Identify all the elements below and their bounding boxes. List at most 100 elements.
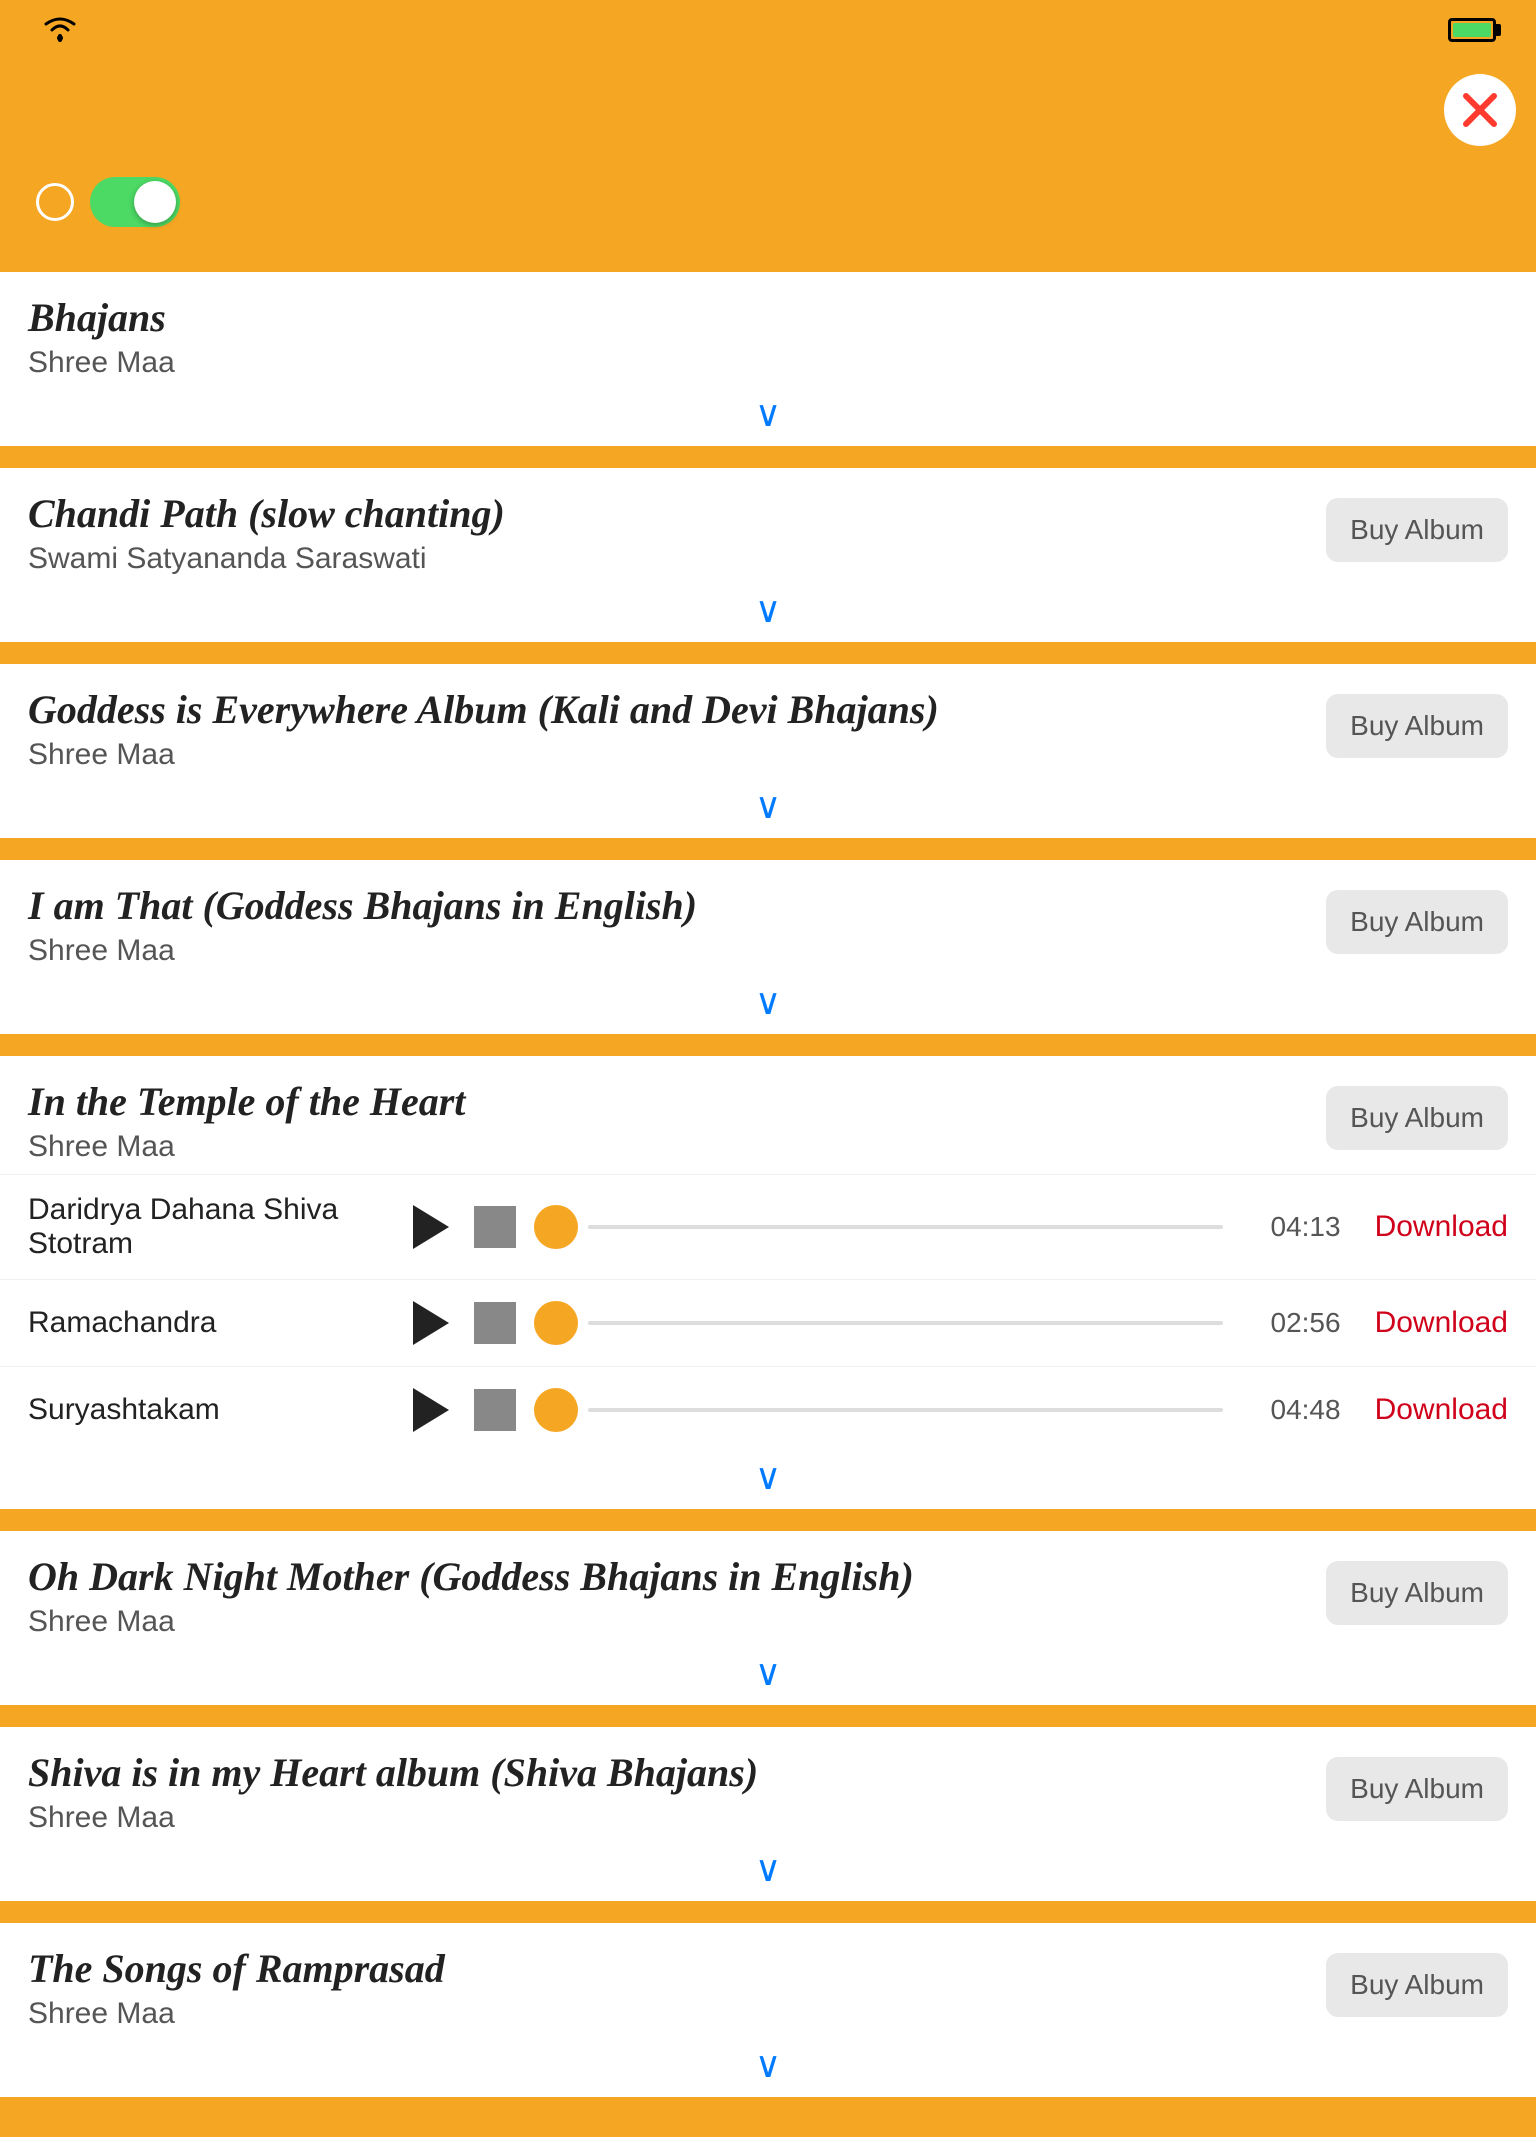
- progress-container: [534, 1205, 1223, 1249]
- album-artist-goddess-everywhere: Shree Maa: [28, 738, 1306, 772]
- album-title-goddess-everywhere: Goddess is Everywhere Album (Kali and De…: [28, 686, 1306, 734]
- album-title-bhajans: Bhajans: [28, 294, 1508, 342]
- wifi-icon: [42, 12, 78, 49]
- chevron-area-ramprasad[interactable]: ∨: [0, 2041, 1536, 2097]
- album-info-bhajans: Bhajans Shree Maa: [28, 294, 1508, 380]
- track-duration: 04:13: [1241, 1211, 1341, 1243]
- battery-icon: [1448, 18, 1496, 42]
- orange-separator: [0, 642, 1536, 664]
- chevron-area-temple-heart[interactable]: ∨: [0, 1453, 1536, 1509]
- album-artist-bhajans: Shree Maa: [28, 346, 1508, 380]
- status-bar: [0, 0, 1536, 60]
- progress-container: [534, 1388, 1223, 1432]
- buy-album-button-chandi-path[interactable]: Buy Album: [1326, 498, 1508, 562]
- chevron-area-i-am-that[interactable]: ∨: [0, 978, 1536, 1034]
- track-row-temple-heart-2: Suryashtakam04:48Download: [0, 1366, 1536, 1453]
- chevron-down-icon: ∨: [755, 984, 781, 1020]
- album-section-i-am-that: I am That (Goddess Bhajans in English)Sh…: [0, 860, 1536, 1034]
- close-button[interactable]: [1444, 74, 1516, 146]
- album-artist-ramprasad: Shree Maa: [28, 1997, 1306, 2031]
- album-title-shiva-heart: Shiva is in my Heart album (Shiva Bhajan…: [28, 1749, 1306, 1797]
- status-left: [30, 12, 78, 49]
- track-name: Daridrya Dahana Shiva Stotram: [28, 1193, 388, 1261]
- buy-album-button-temple-heart[interactable]: Buy Album: [1326, 1086, 1508, 1150]
- album-info-oh-dark-night: Oh Dark Night Mother (Goddess Bhajans in…: [28, 1553, 1306, 1639]
- chevron-area-chandi-path[interactable]: ∨: [0, 586, 1536, 642]
- album-artist-shiva-heart: Shree Maa: [28, 1801, 1306, 1835]
- track-name: Suryashtakam: [28, 1393, 388, 1427]
- chevron-down-icon: ∨: [755, 788, 781, 824]
- bottom-separator: [0, 2097, 1536, 2137]
- progress-knob[interactable]: [534, 1205, 578, 1249]
- chevron-down-icon: ∨: [755, 1851, 781, 1887]
- album-info-goddess-everywhere: Goddess is Everywhere Album (Kali and De…: [28, 686, 1306, 772]
- download-button-temple-heart-0[interactable]: Download: [1359, 1210, 1508, 1244]
- progress-track: [588, 1321, 1223, 1325]
- album-header-i-am-that: I am That (Goddess Bhajans in English)Sh…: [0, 860, 1536, 978]
- chevron-area-shiva-heart[interactable]: ∨: [0, 1845, 1536, 1901]
- play-bg-toggle[interactable]: [90, 177, 180, 227]
- album-title-oh-dark-night: Oh Dark Night Mother (Goddess Bhajans in…: [28, 1553, 1306, 1601]
- chevron-down-icon: ∨: [755, 1459, 781, 1495]
- albums-container: Bhajans Shree Maa ∨ Chandi Path (slow chant…: [0, 250, 1536, 2137]
- stop-button-temple-heart-1[interactable]: [474, 1302, 516, 1344]
- track-row-temple-heart-1: Ramachandra 02:56 Download: [0, 1279, 1536, 1366]
- album-info-ramprasad: The Songs of RamprasadShree Maa: [28, 1945, 1306, 2031]
- album-header-ramprasad: The Songs of RamprasadShree Maa Buy Album: [0, 1923, 1536, 2041]
- orange-separator: [0, 250, 1536, 272]
- progress-knob[interactable]: [534, 1301, 578, 1345]
- stop-button-temple-heart-2[interactable]: [474, 1389, 516, 1431]
- album-section-ramprasad: The Songs of RamprasadShree Maa Buy Album…: [0, 1923, 1536, 2097]
- album-section-bhajans: Bhajans Shree Maa ∨: [0, 272, 1536, 446]
- download-button-temple-heart-2[interactable]: Download: [1359, 1393, 1508, 1427]
- album-section-temple-heart: In the Temple of the HeartShree Maa Buy A…: [0, 1056, 1536, 1509]
- orange-separator: [0, 1034, 1536, 1056]
- buy-album-button-ramprasad[interactable]: Buy Album: [1326, 1953, 1508, 2017]
- chevron-down-icon: ∨: [755, 1655, 781, 1691]
- track-name: Ramachandra: [28, 1306, 388, 1340]
- download-button-temple-heart-1[interactable]: Download: [1359, 1306, 1508, 1340]
- play-triangle-icon: [413, 1388, 449, 1432]
- orange-separator: [0, 446, 1536, 468]
- album-artist-chandi-path: Swami Satyananda Saraswati: [28, 542, 1306, 576]
- album-info-chandi-path: Chandi Path (slow chanting)Swami Satyana…: [28, 490, 1306, 576]
- progress-track: [588, 1225, 1223, 1229]
- album-header-chandi-path: Chandi Path (slow chanting)Swami Satyana…: [0, 468, 1536, 586]
- app-header: [0, 60, 1536, 160]
- controls-bar: [0, 160, 1536, 250]
- status-right: [1438, 18, 1506, 42]
- info-icon[interactable]: [36, 183, 74, 221]
- chevron-area-bhajans[interactable]: ∨: [0, 390, 1536, 446]
- play-button-temple-heart-1[interactable]: [406, 1298, 456, 1348]
- orange-separator: [0, 838, 1536, 860]
- album-artist-i-am-that: Shree Maa: [28, 934, 1306, 968]
- album-header-bhajans: Bhajans Shree Maa: [0, 272, 1536, 390]
- chevron-area-oh-dark-night[interactable]: ∨: [0, 1649, 1536, 1705]
- play-button-temple-heart-2[interactable]: [406, 1385, 456, 1435]
- progress-knob[interactable]: [534, 1388, 578, 1432]
- album-header-goddess-everywhere: Goddess is Everywhere Album (Kali and De…: [0, 664, 1536, 782]
- play-triangle-icon: [413, 1301, 449, 1345]
- play-button-temple-heart-0[interactable]: [406, 1202, 456, 1252]
- chevron-down-icon: ∨: [755, 2047, 781, 2083]
- album-section-oh-dark-night: Oh Dark Night Mother (Goddess Bhajans in…: [0, 1531, 1536, 1705]
- track-duration: 02:56: [1241, 1307, 1341, 1339]
- chevron-area-goddess-everywhere[interactable]: ∨: [0, 782, 1536, 838]
- album-info-shiva-heart: Shiva is in my Heart album (Shiva Bhajan…: [28, 1749, 1306, 1835]
- album-info-temple-heart: In the Temple of the HeartShree Maa: [28, 1078, 1306, 1164]
- album-section-shiva-heart: Shiva is in my Heart album (Shiva Bhajan…: [0, 1727, 1536, 1901]
- buy-album-button-shiva-heart[interactable]: Buy Album: [1326, 1757, 1508, 1821]
- progress-container: [534, 1301, 1223, 1345]
- album-header-shiva-heart: Shiva is in my Heart album (Shiva Bhajan…: [0, 1727, 1536, 1845]
- album-info-i-am-that: I am That (Goddess Bhajans in English)Sh…: [28, 882, 1306, 968]
- buy-album-button-i-am-that[interactable]: Buy Album: [1326, 890, 1508, 954]
- album-header-temple-heart: In the Temple of the HeartShree Maa Buy A…: [0, 1056, 1536, 1174]
- progress-track: [588, 1408, 1223, 1412]
- buy-album-button-goddess-everywhere[interactable]: Buy Album: [1326, 694, 1508, 758]
- stop-button-temple-heart-0[interactable]: [474, 1206, 516, 1248]
- album-title-temple-heart: In the Temple of the Heart: [28, 1078, 1306, 1126]
- toggle-knob: [134, 181, 176, 223]
- orange-separator: [0, 1705, 1536, 1727]
- buy-album-button-oh-dark-night[interactable]: Buy Album: [1326, 1561, 1508, 1625]
- track-row-temple-heart-0: Daridrya Dahana Shiva Stotram 04:13 Downlo…: [0, 1174, 1536, 1279]
